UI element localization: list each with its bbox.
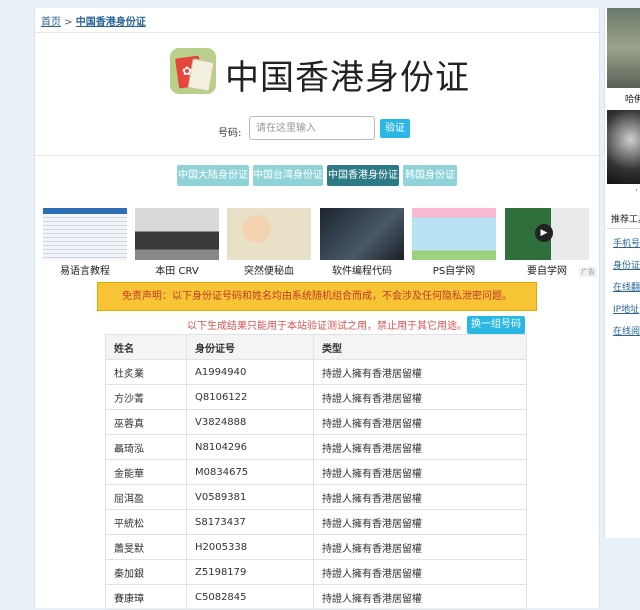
cell-id: V3824888 — [186, 409, 314, 435]
cell-type: 持證人擁有香港居留權 — [313, 434, 527, 460]
ps-tutorial-thumbnail-image — [412, 208, 496, 260]
table-row: 平統松 S8173437 持證人擁有香港居留權 — [105, 509, 527, 535]
sidebar-photo-caption: 哈佛 — [625, 95, 640, 105]
cell-name: 巫蓉真 — [105, 409, 187, 435]
column-header-id: 身份证号 — [186, 334, 314, 360]
page-title: 中国香港身份证 — [225, 58, 470, 98]
sidebar-photo[interactable] — [607, 110, 640, 184]
cell-type: 持證人擁有香港居留權 — [313, 484, 527, 510]
id-number-input[interactable] — [249, 116, 375, 140]
cell-type: 持證人擁有香港居留權 — [313, 384, 527, 410]
thumbnail-item[interactable]: 突然便秘血 — [227, 208, 311, 277]
coding-thumbnail-image — [320, 208, 404, 260]
verify-button[interactable]: 验证 — [380, 119, 410, 138]
regenerate-button[interactable]: 换一组号码 — [467, 316, 525, 334]
cell-name: 聶琦泓 — [105, 434, 187, 460]
thumbnail-caption: 易语言教程 — [60, 266, 110, 277]
cell-type: 持證人擁有香港居留權 — [313, 459, 527, 485]
cell-id: M0834675 — [186, 459, 314, 485]
video-lesson-thumbnail-image: ▶ — [505, 208, 589, 260]
sidebar-link-ip[interactable]: IP地址 — [613, 302, 639, 315]
table-row: 蕭旻默 H2005338 持證人擁有香港居留權 — [105, 534, 527, 560]
breadcrumb-separator: > — [61, 17, 76, 28]
thumbnail-item[interactable]: ▶ 要自学网 — [505, 208, 589, 277]
cell-id: C5082845 — [186, 584, 314, 610]
thumbnail-item[interactable]: PS自学网 — [412, 208, 496, 277]
thumbnail-caption: 突然便秘血 — [244, 266, 294, 277]
cell-id: A1994940 — [186, 359, 314, 385]
cell-id: H2005338 — [186, 534, 314, 560]
tab-hongkong-id[interactable]: 中国香港身份证 — [327, 165, 399, 186]
id-results-table: 姓名 身份证号 类型 杜炙業 A1994940 持證人擁有香港居留權 方沙菁 Q810… — [105, 334, 527, 610]
cell-type: 持證人擁有香港居留權 — [313, 584, 527, 610]
sidebar-link-phone[interactable]: 手机号 — [613, 236, 640, 249]
sidebar-link-reading[interactable]: 在线阅 — [613, 324, 640, 337]
sidebar-link-translate[interactable]: 在线翻 — [613, 280, 640, 293]
column-header-name: 姓名 — [105, 334, 187, 360]
cell-type: 持證人擁有香港居留權 — [313, 559, 527, 585]
section-divider — [35, 155, 599, 156]
table-row: 方沙菁 Q8106122 持證人擁有香港居留權 — [105, 384, 527, 410]
table-row: 杜炙業 A1994940 持證人擁有香港居留權 — [105, 359, 527, 385]
cell-id: Q8106122 — [186, 384, 314, 410]
table-row: 秦加銀 Z5198179 持證人擁有香港居留權 — [105, 559, 527, 585]
cell-name: 平統松 — [105, 509, 187, 535]
ad-thumbnail-strip: 易语言教程 本田 CRV 突然便秘血 软件编程代码 PS自学网 ▶ 要自学网 — [43, 208, 593, 278]
breadcrumb-current-link[interactable]: 中国香港身份证 — [76, 17, 146, 28]
ad-badge[interactable]: 广告 — [579, 267, 597, 277]
column-header-type: 类型 — [313, 334, 527, 360]
thumbnail-caption: 本田 CRV — [155, 266, 199, 277]
table-row: 聶琦泓 N8104296 持證人擁有香港居留權 — [105, 434, 527, 460]
usage-note: 以下生成结果只能用于本站验证测试之用，禁止用于其它用途。 — [187, 321, 467, 332]
thumbnail-caption: 软件编程代码 — [332, 266, 392, 277]
table-row: 巫蓉真 V3824888 持證人擁有香港居留權 — [105, 409, 527, 435]
cell-name: 蕭旻默 — [105, 534, 187, 560]
thumbnail-caption: PS自学网 — [432, 266, 476, 277]
hk-id-card-app-icon: ✿ — [170, 48, 216, 94]
sidebar-photo[interactable] — [607, 8, 640, 88]
cell-type: 持證人擁有香港居留權 — [313, 359, 527, 385]
car-thumbnail-image — [135, 208, 219, 260]
breadcrumb-divider — [35, 32, 599, 33]
sidebar-link-id[interactable]: 身份证 — [613, 258, 640, 271]
thumbnail-caption: 要自学网 — [527, 266, 567, 277]
tab-mainland-id[interactable]: 中国大陆身份证 — [177, 165, 249, 186]
breadcrumb: 首页 > 中国香港身份证 — [41, 13, 146, 28]
table-row: 金能華 M0834675 持證人擁有香港居留權 — [105, 459, 527, 485]
bauhinia-flower-icon: ✿ — [181, 64, 193, 78]
sidebar-photo-caption: · — [635, 186, 638, 196]
cell-type: 持證人擁有香港居留權 — [313, 534, 527, 560]
cell-type: 持證人擁有香港居留權 — [313, 409, 527, 435]
cell-id: N8104296 — [186, 434, 314, 460]
id-number-label: 号码: — [218, 128, 242, 139]
tab-korea-id[interactable]: 韩国身份证 — [403, 165, 457, 186]
cell-name: 金能華 — [105, 459, 187, 485]
cell-name: 賽康璋 — [105, 584, 187, 610]
spreadsheet-thumbnail-image — [43, 208, 127, 260]
sidebar-heading: 推荐工具 — [611, 215, 640, 225]
table-header-row: 姓名 身份证号 类型 — [105, 334, 527, 360]
cell-name: 方沙菁 — [105, 384, 187, 410]
cell-id: S8173437 — [186, 509, 314, 535]
table-row: 賽康璋 C5082845 持證人擁有香港居留權 — [105, 584, 527, 610]
thumbnail-item[interactable]: 本田 CRV — [135, 208, 219, 277]
table-row: 屈洱盈 V0589381 持證人擁有香港居留權 — [105, 484, 527, 510]
cartoon-thumbnail-image — [227, 208, 311, 260]
disclaimer-banner: 免责声明：以下身份证号码和姓名均由系统随机组合而成，不会涉及任何隐私泄密问题。 — [97, 282, 537, 311]
thumbnail-item[interactable]: 软件编程代码 — [320, 208, 404, 277]
cell-id: Z5198179 — [186, 559, 314, 585]
cell-id: V0589381 — [186, 484, 314, 510]
tab-taiwan-id[interactable]: 中国台湾身份证 — [253, 165, 323, 186]
play-icon: ▶ — [535, 224, 553, 242]
cell-name: 杜炙業 — [105, 359, 187, 385]
cell-name: 秦加銀 — [105, 559, 187, 585]
cell-type: 持證人擁有香港居留權 — [313, 509, 527, 535]
main-panel: 首页 > 中国香港身份证 ✿ 中国香港身份证 号码: 验证 中国大陆身份证 中国… — [34, 8, 600, 610]
thumbnail-item[interactable]: 易语言教程 — [43, 208, 127, 277]
cell-name: 屈洱盈 — [105, 484, 187, 510]
right-sidebar: 哈佛 · 推荐工具 手机号 身份证 在线翻 IP地址 在线阅 — [604, 8, 640, 538]
breadcrumb-home-link[interactable]: 首页 — [41, 17, 61, 28]
sidebar-divider — [607, 228, 640, 229]
